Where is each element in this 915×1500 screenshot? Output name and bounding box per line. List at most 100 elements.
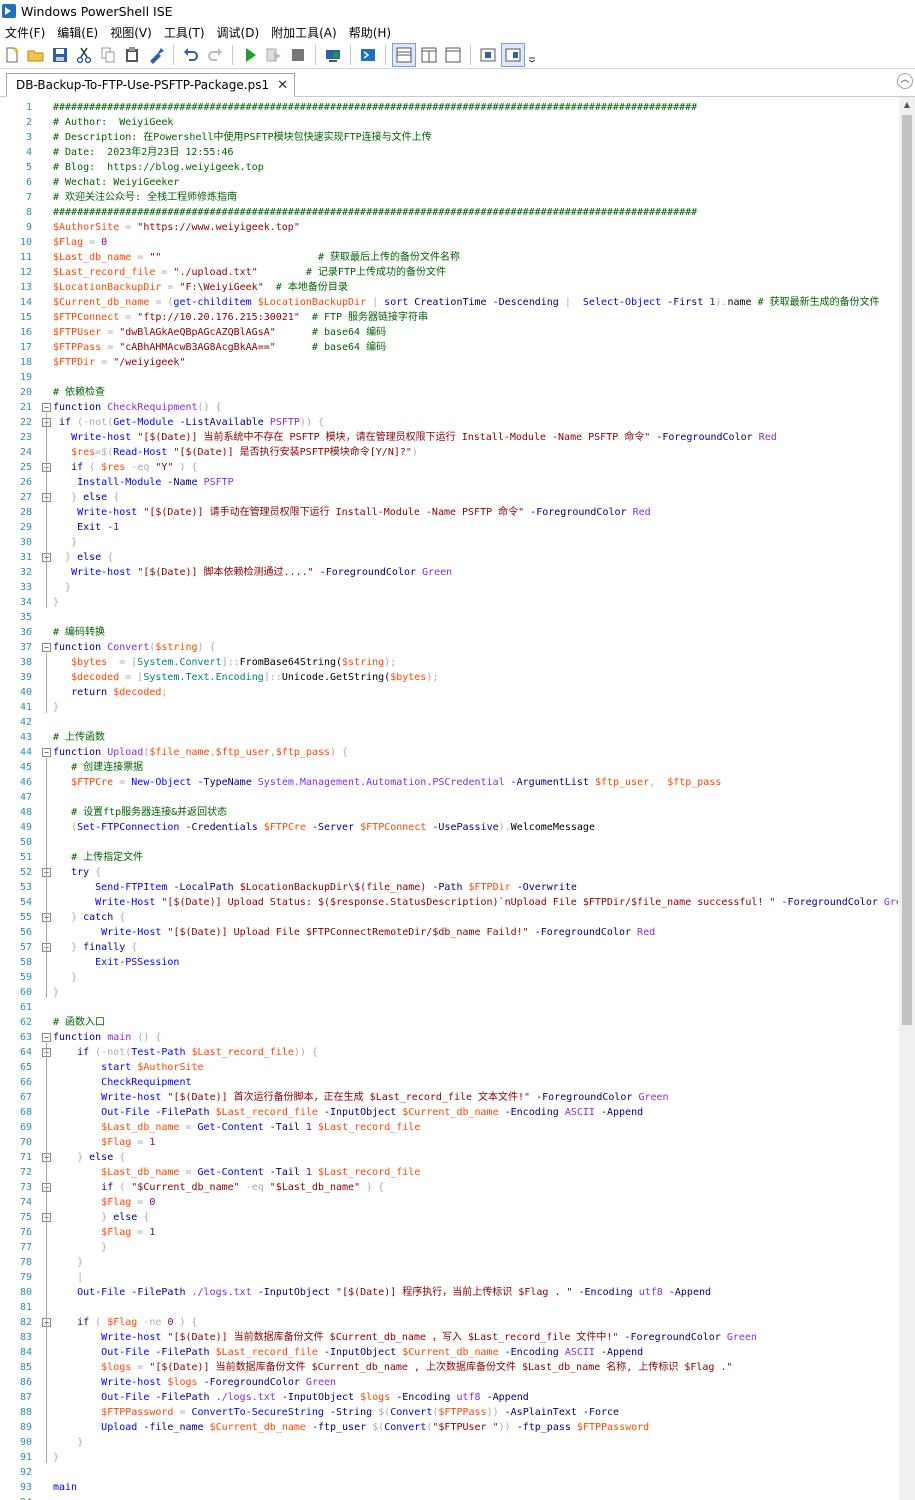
code-line[interactable]: 55− } catch { (0, 910, 898, 925)
code-line[interactable]: 50 (0, 835, 898, 850)
code-line[interactable]: 31− } else { (0, 550, 898, 565)
code-line[interactable]: 93 main (0, 1480, 898, 1495)
show-script-icon[interactable] (477, 44, 499, 66)
code-line[interactable]: 10 $Flag = 0 (0, 235, 898, 250)
code-line[interactable]: 83 Write-host "[$(Date)] 当前数据库备份文件 $Curr… (0, 1330, 898, 1345)
code-line[interactable]: 89 Upload -file_name $Current_db_name -f… (0, 1420, 898, 1435)
code-line[interactable]: 90 } (0, 1435, 898, 1450)
code-line[interactable]: 74 $Flag = 0 (0, 1195, 898, 1210)
menu-addons[interactable]: 附加工具(A) (265, 24, 343, 41)
code-line[interactable]: 63 − function main () { (0, 1030, 898, 1045)
code-line[interactable]: 18 $FTPDir = "/weiyigeek" (0, 355, 898, 370)
code-line[interactable]: 94 (0, 1495, 898, 1500)
code-line[interactable]: 15 $FTPConnect = "ftp://10.20.176.215:300… (0, 310, 898, 325)
code-line[interactable]: 66 CheckRequipment (0, 1075, 898, 1090)
code-line[interactable]: 91} (0, 1450, 898, 1465)
code-line[interactable]: 59 } (0, 970, 898, 985)
code-line[interactable]: 80 Out-File -FilePath ./logs.txt -InputO… (0, 1285, 898, 1300)
code-line[interactable]: 38 $bytes = [System.Convert]::FromBase64… (0, 655, 898, 670)
save-icon[interactable] (49, 44, 71, 66)
powershell-icon[interactable] (357, 44, 379, 66)
code-line[interactable]: 32 Write-host "[$(Date)] 脚本依赖检测通过...." -… (0, 565, 898, 580)
code-line[interactable]: 67 Write-host "[$(Date)] 首次运行备份脚本，正在生成 $… (0, 1090, 898, 1105)
code-line[interactable]: 11 $Last_db_name = "" # 获取最后上传的备份文件名称 (0, 250, 898, 265)
fold-toggle-icon[interactable]: − (42, 643, 51, 652)
collapse-script-pane-icon[interactable]: ︿ (897, 73, 913, 89)
code-line[interactable]: 58 Exit-PSSession (0, 955, 898, 970)
code-line[interactable]: 24 $res=$(Read-Host "[$(Date)] 是否执行安装PSF… (0, 445, 898, 460)
code-line[interactable]: 60} (0, 985, 898, 1000)
code-line[interactable]: 12 $Last_record_file = "./upload.txt" # 记… (0, 265, 898, 280)
code-line[interactable]: 70 $Flag = 1 (0, 1135, 898, 1150)
scroll-up-icon[interactable]: ▲ (899, 97, 915, 113)
code-line[interactable]: 48 # 设置ftp服务器连接&并返回状态 (0, 805, 898, 820)
code-line[interactable]: 22− if (-not(Get-Module -ListAvailable P… (0, 415, 898, 430)
run-selection-icon[interactable] (263, 44, 285, 66)
code-line[interactable]: 65 start $AuthorSite (0, 1060, 898, 1075)
layout-right-icon[interactable] (418, 44, 440, 66)
code-line[interactable]: 14 $Current_db_name = (get-childitem $Loc… (0, 295, 898, 310)
show-commands-icon[interactable] (501, 43, 525, 67)
code-line[interactable]: 23 Write-host "[$(Date)] 当前系统中不存在 PSFTP … (0, 430, 898, 445)
code-line[interactable]: 54 Write-Host "[$(Date)] Upload Status: … (0, 895, 898, 910)
code-line[interactable]: 5 # Blog: https://blog.weiyigeek.top (0, 160, 898, 175)
script-editor[interactable]: 1 #######################################… (0, 97, 898, 1500)
close-icon[interactable]: ✕ (277, 78, 288, 93)
layout-top-icon[interactable] (392, 43, 416, 67)
code-line[interactable]: 56 Write-Host "[$(Date)] Upload File $FT… (0, 925, 898, 940)
code-line[interactable]: 51 # 上传指定文件 (0, 850, 898, 865)
fold-toggle-icon[interactable]: − (42, 1033, 51, 1042)
fold-toggle-icon[interactable]: − (42, 748, 51, 757)
menu-edit[interactable]: 编辑(E) (51, 24, 104, 41)
code-line[interactable]: 21 − function CheckRequipment() { (0, 400, 898, 415)
code-line[interactable]: 49 (Set-FTPConnection -Credentials $FTPC… (0, 820, 898, 835)
code-line[interactable]: 79 | (0, 1270, 898, 1285)
copy-icon[interactable] (97, 44, 119, 66)
code-line[interactable]: 44 − function Upload($file_name,$ftp_user,… (0, 745, 898, 760)
code-line[interactable]: 61 (0, 1000, 898, 1015)
code-line[interactable]: 8 #######################################… (0, 205, 898, 220)
code-line[interactable]: 52− try { (0, 865, 898, 880)
code-line[interactable]: 64− if (-not(Test-Path $Last_record_file… (0, 1045, 898, 1060)
chevron-down-icon[interactable] (527, 44, 537, 66)
code-line[interactable]: 87 Out-File -FilePath ./logs.txt -InputO… (0, 1390, 898, 1405)
code-line[interactable]: 39 $decoded = [System.Text.Encoding]::Un… (0, 670, 898, 685)
code-line[interactable]: 25− if ( $res -eq "Y" ) { (0, 460, 898, 475)
code-line[interactable]: 68 Out-File -FilePath $Last_record_file … (0, 1105, 898, 1120)
code-line[interactable]: 3 # Description: 在Powershell中使用PSFTP模块包快速… (0, 130, 898, 145)
code-line[interactable]: 2 # Author: WeiyiGeek (0, 115, 898, 130)
code-line[interactable]: 72 $Last_db_name = Get-Content -Tail 1 $… (0, 1165, 898, 1180)
code-line[interactable]: 71− } else { (0, 1150, 898, 1165)
code-line[interactable]: 4 # Date: 2023年2月23日 12:55:46 (0, 145, 898, 160)
menu-file[interactable]: 文件(F) (0, 24, 51, 41)
open-icon[interactable] (25, 44, 47, 66)
menu-debug[interactable]: 调试(D) (211, 24, 266, 41)
menu-view[interactable]: 视图(V) (104, 24, 158, 41)
code-line[interactable]: 19 (0, 370, 898, 385)
menu-help[interactable]: 帮助(H) (343, 24, 397, 41)
code-line[interactable]: 88 $FTPPassword = ConvertTo-SecureString… (0, 1405, 898, 1420)
code-line[interactable]: 40 return $decoded; (0, 685, 898, 700)
code-line[interactable]: 86 Write-host $logs -ForegroundColor Gre… (0, 1375, 898, 1390)
fold-toggle-icon[interactable]: − (42, 403, 51, 412)
remote-icon[interactable] (322, 44, 344, 66)
code-line[interactable]: 20 # 依赖检查 (0, 385, 898, 400)
code-line[interactable]: 45 # 创建连接票据 (0, 760, 898, 775)
code-line[interactable]: 13 $LocationBackupDir = "F:\WeiyiGeek" # … (0, 280, 898, 295)
scrollbar-thumb[interactable] (902, 115, 912, 1025)
code-line[interactable]: 27− } else { (0, 490, 898, 505)
code-line[interactable]: 34} (0, 595, 898, 610)
code-line[interactable]: 92 (0, 1465, 898, 1480)
code-line[interactable]: 73− if ( "$Current_db_name" -eq "$Last_d… (0, 1180, 898, 1195)
stop-icon[interactable] (287, 44, 309, 66)
code-line[interactable]: 47 (0, 790, 898, 805)
code-line[interactable]: 53 Send-FTPItem -LocalPath $LocationBack… (0, 880, 898, 895)
code-line[interactable]: 46 $FTPCre = New-Object -TypeName System… (0, 775, 898, 790)
code-line[interactable]: 16 $FTPUser = "dwBlAGkAeQBpAGcAZQBlAGsA" … (0, 325, 898, 340)
code-line[interactable]: 81 (0, 1300, 898, 1315)
code-line[interactable]: 1 #######################################… (0, 100, 898, 115)
code-line[interactable]: 84 Out-File -FilePath $Last_record_file … (0, 1345, 898, 1360)
code-line[interactable]: 33 } (0, 580, 898, 595)
redo-icon[interactable] (204, 44, 226, 66)
tab-script[interactable]: DB-Backup-To-FTP-Use-PSFTP-Package.ps1 ✕ (6, 73, 295, 97)
